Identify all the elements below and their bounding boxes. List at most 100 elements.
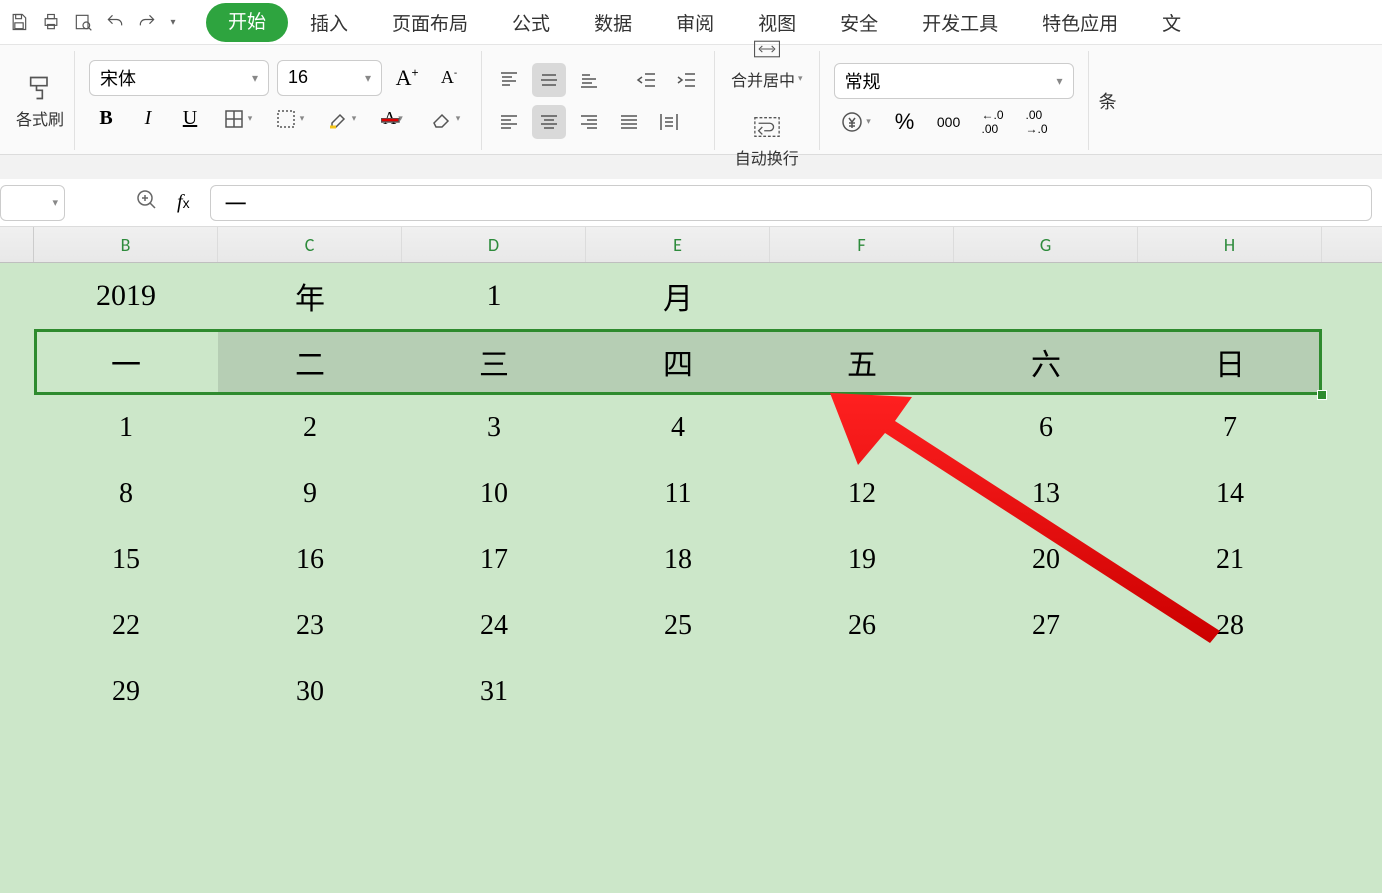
tab-formula[interactable]: 公式 (490, 3, 572, 42)
align-top-button[interactable] (492, 63, 526, 97)
justify-button[interactable] (612, 105, 646, 139)
underline-button[interactable]: U (173, 102, 207, 136)
highlight-button[interactable]: ▾ (319, 102, 363, 136)
col-header[interactable]: E (586, 227, 770, 262)
cell[interactable]: 24 (402, 593, 586, 659)
cell[interactable] (1138, 263, 1322, 329)
cell[interactable]: 12 (770, 461, 954, 527)
tab-insert[interactable]: 插入 (288, 3, 370, 42)
cell[interactable]: 20 (954, 527, 1138, 593)
decrease-indent-button[interactable] (630, 63, 664, 97)
increase-indent-button[interactable] (670, 63, 704, 97)
cell[interactable]: 27 (954, 593, 1138, 659)
col-header[interactable]: G (954, 227, 1138, 262)
cell[interactable]: 25 (586, 593, 770, 659)
increase-font-button[interactable]: A+ (390, 61, 424, 95)
font-color-button[interactable]: A▾ (371, 102, 415, 136)
font-name-select[interactable]: 宋体▾ (89, 60, 269, 96)
align-middle-button[interactable] (532, 63, 566, 97)
cell[interactable]: 14 (1138, 461, 1322, 527)
preview-icon[interactable] (72, 11, 94, 33)
currency-button[interactable]: ▾ (834, 105, 878, 139)
cell[interactable] (954, 659, 1138, 725)
qat-dropdown-icon[interactable]: ▾ (168, 17, 178, 28)
col-header[interactable]: B (34, 227, 218, 262)
font-size-select[interactable]: 16▾ (277, 60, 382, 96)
cell[interactable]: 31 (402, 659, 586, 725)
cell[interactable]: 9 (218, 461, 402, 527)
col-header[interactable]: C (218, 227, 402, 262)
redo-icon[interactable] (136, 11, 158, 33)
cell[interactable]: 22 (34, 593, 218, 659)
cell[interactable]: 二 (218, 329, 402, 395)
cell[interactable]: 三 (402, 329, 586, 395)
cell[interactable]: 23 (218, 593, 402, 659)
bold-button[interactable]: B (89, 102, 123, 136)
align-center-button[interactable] (532, 105, 566, 139)
decrease-decimal-button[interactable]: .00→.0 (1020, 105, 1054, 139)
merge-center-button[interactable]: 合并居中▾ (731, 33, 803, 91)
cell[interactable]: 3 (402, 395, 586, 461)
sheet-area[interactable]: 2019 年 1 月 一 二 三 四 五 六 日 1 2 3 4 (0, 263, 1382, 893)
cell[interactable]: 月 (586, 263, 770, 329)
cell[interactable]: 2019 (34, 263, 218, 329)
increase-decimal-button[interactable]: ←.0.00 (976, 105, 1010, 139)
select-all-corner[interactable] (0, 227, 34, 262)
tab-devtools[interactable]: 开发工具 (900, 3, 1020, 42)
col-header[interactable]: D (402, 227, 586, 262)
align-bottom-button[interactable] (572, 63, 606, 97)
zoom-icon[interactable] (135, 188, 159, 217)
tab-more[interactable]: 文 (1140, 3, 1203, 42)
decrease-font-button[interactable]: A- (432, 61, 466, 95)
save-icon[interactable] (8, 11, 30, 33)
cell[interactable]: 日 (1138, 329, 1322, 395)
align-right-button[interactable] (572, 105, 606, 139)
border-button[interactable]: ▾ (215, 102, 259, 136)
undo-icon[interactable] (104, 11, 126, 33)
cell[interactable]: 13 (954, 461, 1138, 527)
cell[interactable]: 8 (34, 461, 218, 527)
eraser-button[interactable]: ▾ (423, 102, 467, 136)
cell[interactable]: 16 (218, 527, 402, 593)
cell[interactable]: 15 (34, 527, 218, 593)
cell[interactable]: 五 (770, 329, 954, 395)
print-icon[interactable] (40, 11, 62, 33)
wrap-text-button[interactable]: 自动换行 (735, 111, 799, 169)
cell[interactable]: 4 (586, 395, 770, 461)
tab-security[interactable]: 安全 (818, 3, 900, 42)
cell[interactable]: 六 (954, 329, 1138, 395)
cell[interactable]: 19 (770, 527, 954, 593)
tab-start[interactable]: 开始 (206, 3, 288, 42)
name-box[interactable]: ▾ (0, 185, 65, 221)
cell[interactable]: 21 (1138, 527, 1322, 593)
fx-icon[interactable]: fx (177, 191, 190, 214)
cell[interactable] (770, 263, 954, 329)
cell[interactable]: 28 (1138, 593, 1322, 659)
formula-input[interactable]: 一 (210, 185, 1372, 221)
cell[interactable] (1138, 659, 1322, 725)
cell[interactable] (770, 659, 954, 725)
cell[interactable]: 1 (34, 395, 218, 461)
cell[interactable]: 17 (402, 527, 586, 593)
tab-review[interactable]: 审阅 (654, 3, 736, 42)
cell[interactable] (954, 263, 1138, 329)
fill-color-button[interactable]: ▾ (267, 102, 311, 136)
cell[interactable]: 18 (586, 527, 770, 593)
col-header[interactable]: F (770, 227, 954, 262)
tab-data[interactable]: 数据 (572, 3, 654, 42)
cell[interactable]: 一 (34, 329, 218, 395)
selection-handle[interactable] (1317, 390, 1327, 400)
format-painter-button[interactable]: 各式刷 (16, 72, 64, 130)
comma-button[interactable]: 000 (932, 105, 966, 139)
number-format-select[interactable]: 常规▾ (834, 63, 1074, 99)
cell[interactable]: 26 (770, 593, 954, 659)
align-left-button[interactable] (492, 105, 526, 139)
distribute-button[interactable] (652, 105, 686, 139)
cell[interactable]: 1 (402, 263, 586, 329)
cell[interactable]: 30 (218, 659, 402, 725)
percent-button[interactable]: % (888, 105, 922, 139)
cell[interactable]: 四 (586, 329, 770, 395)
conditional-format-label[interactable]: 条 (1089, 51, 1127, 150)
cell[interactable]: 7 (1138, 395, 1322, 461)
cell[interactable]: 5 (770, 395, 954, 461)
